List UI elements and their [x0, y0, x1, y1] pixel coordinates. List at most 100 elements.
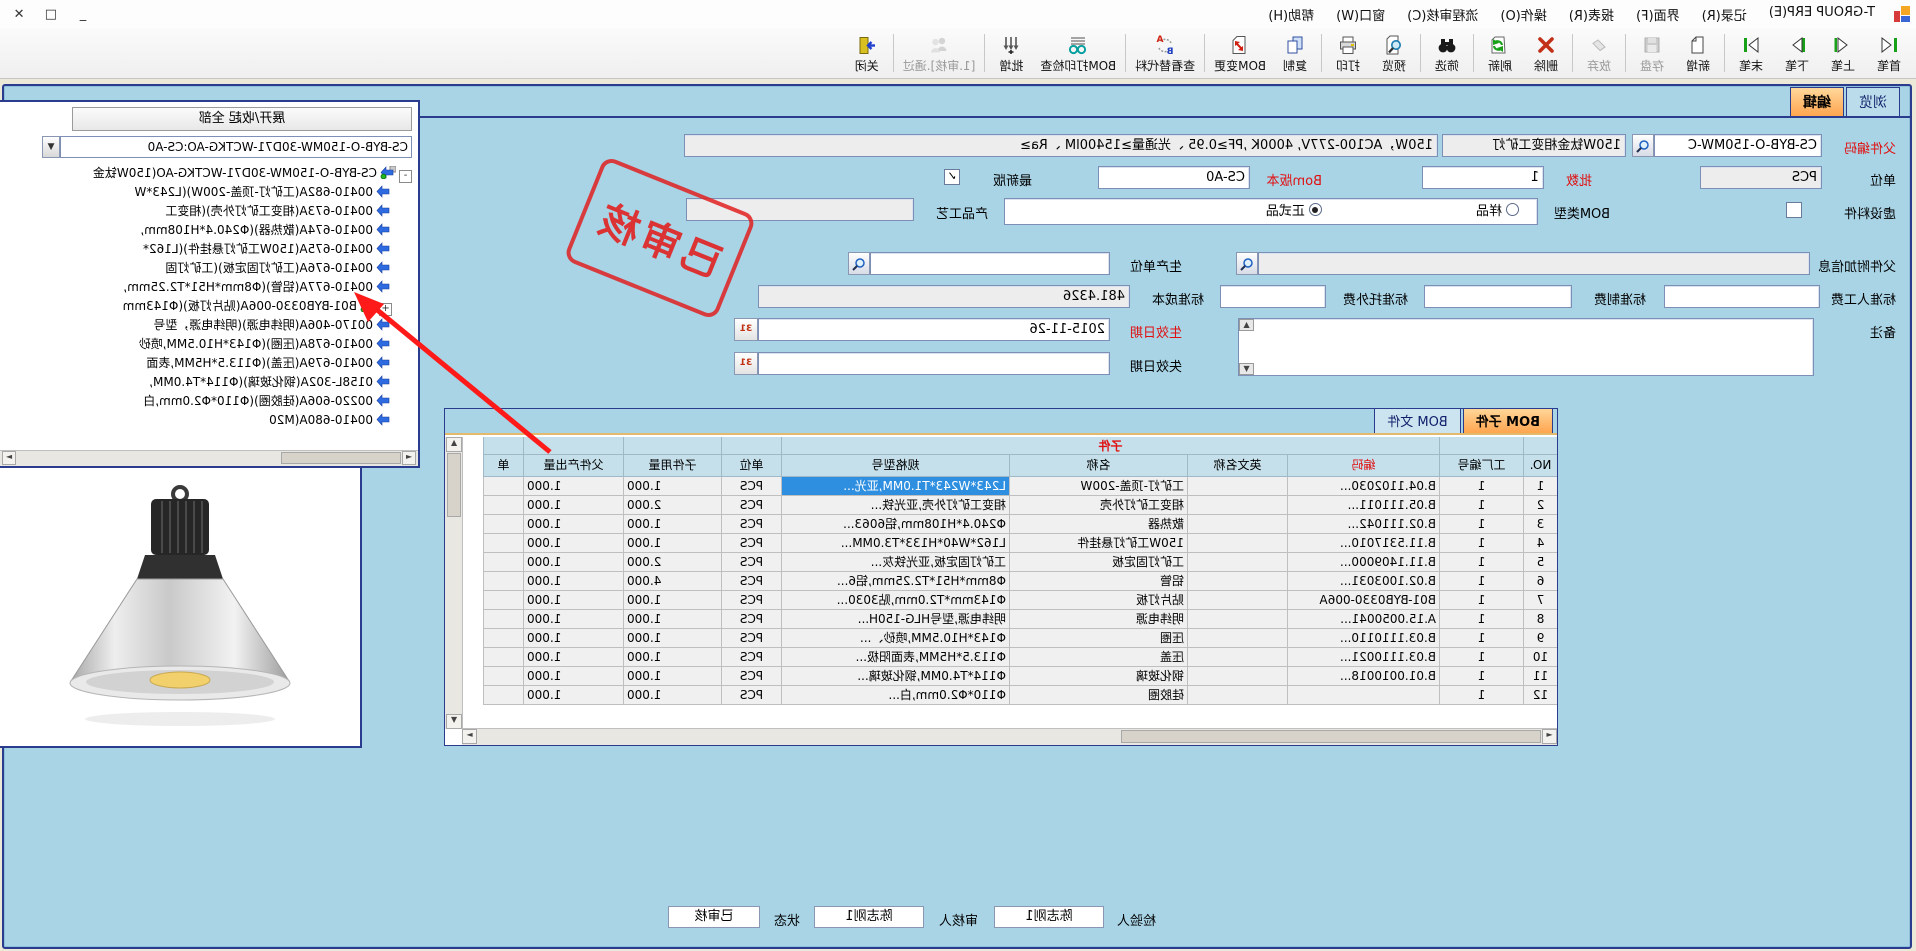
effective-date-input[interactable]: 2015-11-26: [758, 318, 1110, 341]
grid-cell-unit[interactable]: PCS: [721, 553, 781, 572]
menu-item-5[interactable]: 流程审核(C): [1396, 1, 1489, 28]
combo-dropdown-icon[interactable]: ▼: [42, 136, 60, 158]
grid-cell-no[interactable]: 3: [1523, 515, 1557, 534]
grid-cell-en_name[interactable]: [1187, 572, 1287, 591]
toolbar-button-10[interactable]: 预览: [1371, 28, 1417, 78]
grid-cell-parent_out[interactable]: 1.000: [523, 629, 623, 648]
grid-cell-qty[interactable]: 2.000: [623, 496, 721, 515]
grid-cell-factory[interactable]: 1: [1439, 629, 1523, 648]
grid-cell-factory[interactable]: 1: [1439, 610, 1523, 629]
grid-cell-no[interactable]: 8: [1523, 610, 1557, 629]
toolbar-button-13[interactable]: BOM变更: [1208, 28, 1272, 78]
grid-cell-extra[interactable]: [483, 629, 523, 648]
column-header-no[interactable]: NO.: [1523, 455, 1557, 477]
grid-cell-code[interactable]: A.15.0050041...: [1287, 610, 1439, 629]
menu-item-3[interactable]: 报表(R): [1558, 1, 1625, 28]
grid-cell-parent_out[interactable]: 1.000: [523, 515, 623, 534]
menu-item-1[interactable]: 记录(R): [1691, 1, 1758, 28]
tree-expander-icon[interactable]: -: [399, 170, 412, 183]
expire-date-picker-icon[interactable]: 31: [734, 352, 758, 375]
tab-edit[interactable]: 编辑: [1790, 87, 1844, 116]
grid-cell-no[interactable]: 6: [1523, 572, 1557, 591]
prod-unit-lookup-button[interactable]: [848, 252, 870, 275]
grid-cell-unit[interactable]: PCS: [721, 534, 781, 553]
grid-cell-code[interactable]: [1287, 686, 1439, 705]
grid-cell-qty[interactable]: 1.000: [623, 648, 721, 667]
tree-item-2[interactable]: 00410-673A(相变工矿灯外壳)(相变工: [165, 202, 392, 221]
remark-scroll-up-icon[interactable]: ▲: [1239, 319, 1254, 331]
grid-cell-spec[interactable]: Φ110*Φ2.0mm,白...: [781, 686, 1009, 705]
grid-cell-factory[interactable]: 1: [1439, 477, 1523, 496]
grid-cell-qty[interactable]: 1.000: [623, 515, 721, 534]
prod-unit-input[interactable]: [870, 252, 1110, 275]
bom-version-input[interactable]: CS-A0: [1098, 166, 1250, 189]
grid-cell-en_name[interactable]: [1187, 629, 1287, 648]
column-header-factory[interactable]: 工厂编号: [1439, 455, 1523, 477]
menu-item-0[interactable]: T-GROUP ERP(E): [1758, 1, 1886, 28]
toolbar-button-0[interactable]: 首笔: [1866, 28, 1912, 78]
remark-textarea[interactable]: [1238, 318, 1814, 376]
column-header-qty[interactable]: 子件用量: [623, 455, 721, 477]
toolbar-button-11[interactable]: 打印: [1325, 28, 1371, 78]
grid-cell-qty[interactable]: 4.000: [623, 572, 721, 591]
tree-item-1[interactable]: 00410-682A(工矿灯-顶盖-200W)(L243*W: [134, 183, 392, 202]
effective-date-picker-icon[interactable]: 31: [734, 318, 758, 341]
grid-cell-extra[interactable]: [483, 686, 523, 705]
grid-cell-factory[interactable]: 1: [1439, 591, 1523, 610]
grid-cell-name[interactable]: 贴片灯板: [1009, 591, 1187, 610]
toolbar-button-4[interactable]: 新增: [1675, 28, 1721, 78]
tree-item-13[interactable]: 00410-680A(M20: [269, 411, 392, 430]
toolbar-button-7[interactable]: 删除: [1523, 28, 1569, 78]
grid-cell-code[interactable]: B.05.111011...: [1287, 496, 1439, 515]
grid-cell-unit[interactable]: PCS: [721, 477, 781, 496]
grid-cell-spec[interactable]: Φ143mm*T2.0mm,贴3030...: [781, 591, 1009, 610]
column-header-parent_out[interactable]: 父件产出量: [523, 455, 623, 477]
grid-cell-no[interactable]: 9: [1523, 629, 1557, 648]
grid-cell-spec[interactable]: 明纬电源,型号HLG-150H...: [781, 610, 1009, 629]
grid-horizontal-scrollbar[interactable]: ◄ ►: [462, 728, 1557, 745]
expire-date-input[interactable]: [758, 352, 1110, 375]
grid-cell-code[interactable]: B.03.1110021...: [1287, 648, 1439, 667]
toolbar-button-12[interactable]: 复制: [1272, 28, 1318, 78]
grid-cell-no[interactable]: 7: [1523, 591, 1557, 610]
tree-item-12[interactable]: 00220-606A(硅胶圈)(Φ110*Φ2.0mm,白: [143, 392, 392, 411]
grid-cell-extra[interactable]: [483, 496, 523, 515]
grid-cell-code[interactable]: B.02.1003031...: [1287, 572, 1439, 591]
grid-cell-extra[interactable]: [483, 534, 523, 553]
grid-cell-unit[interactable]: PCS: [721, 648, 781, 667]
grid-cell-name[interactable]: 工矿灯固定板: [1009, 553, 1187, 572]
tree-item-3[interactable]: 00410-674A(散热器)(Φ240.4*H108mm,: [140, 221, 392, 240]
grid-cell-name[interactable]: 工矿灯-顶盖-200W: [1009, 477, 1187, 496]
tree-item-7[interactable]: +B01-BYB0330-006A(贴片灯板)(Φ143mm: [123, 297, 392, 316]
latest-version-checkbox[interactable]: ✓: [944, 169, 960, 185]
grid-cell-parent_out[interactable]: 1.000: [523, 496, 623, 515]
grid-cell-code[interactable]: B.04.1102030...: [1287, 477, 1439, 496]
grid-cell-en_name[interactable]: [1187, 553, 1287, 572]
grid-cell-unit[interactable]: PCS: [721, 572, 781, 591]
grid-cell-qty[interactable]: 1.000: [623, 629, 721, 648]
grid-cell-unit[interactable]: PCS: [721, 496, 781, 515]
grid-cell-factory[interactable]: 1: [1439, 534, 1523, 553]
grid-cell-extra[interactable]: [483, 591, 523, 610]
grid-cell-en_name[interactable]: [1187, 591, 1287, 610]
column-header-code[interactable]: 编码: [1287, 455, 1439, 477]
tree-expand-collapse-header[interactable]: 展开/收起 全部: [72, 107, 412, 131]
toolbar-button-15[interactable]: BOM打印检查: [1034, 28, 1122, 78]
grid-cell-no[interactable]: 5: [1523, 553, 1557, 572]
grid-cell-code[interactable]: B.11.1409000...: [1287, 553, 1439, 572]
grid-cell-factory[interactable]: 1: [1439, 515, 1523, 534]
grid-cell-name[interactable]: 明纬电源: [1009, 610, 1187, 629]
minimize-button[interactable]: _: [74, 7, 92, 22]
grid-cell-extra[interactable]: [483, 648, 523, 667]
grid-cell-factory[interactable]: 1: [1439, 553, 1523, 572]
virtual-item-checkbox[interactable]: [1786, 202, 1802, 218]
grid-cell-parent_out[interactable]: 1.000: [523, 610, 623, 629]
grid-cell-unit[interactable]: PCS: [721, 591, 781, 610]
grid-cell-name[interactable]: 相变工矿灯外壳: [1009, 496, 1187, 515]
toolbar-button-9[interactable]: 筛选: [1424, 28, 1470, 78]
grid-cell-qty[interactable]: 1.000: [623, 477, 721, 496]
tree-item-5[interactable]: 00410-676A(工矿灯固定板)(工矿灯固: [165, 259, 392, 278]
column-header-name[interactable]: 名称: [1009, 455, 1187, 477]
tree-item-8[interactable]: 00170-406A(明纬电源)(明纬电源，型号: [153, 316, 392, 335]
grid-cell-extra[interactable]: [483, 477, 523, 496]
